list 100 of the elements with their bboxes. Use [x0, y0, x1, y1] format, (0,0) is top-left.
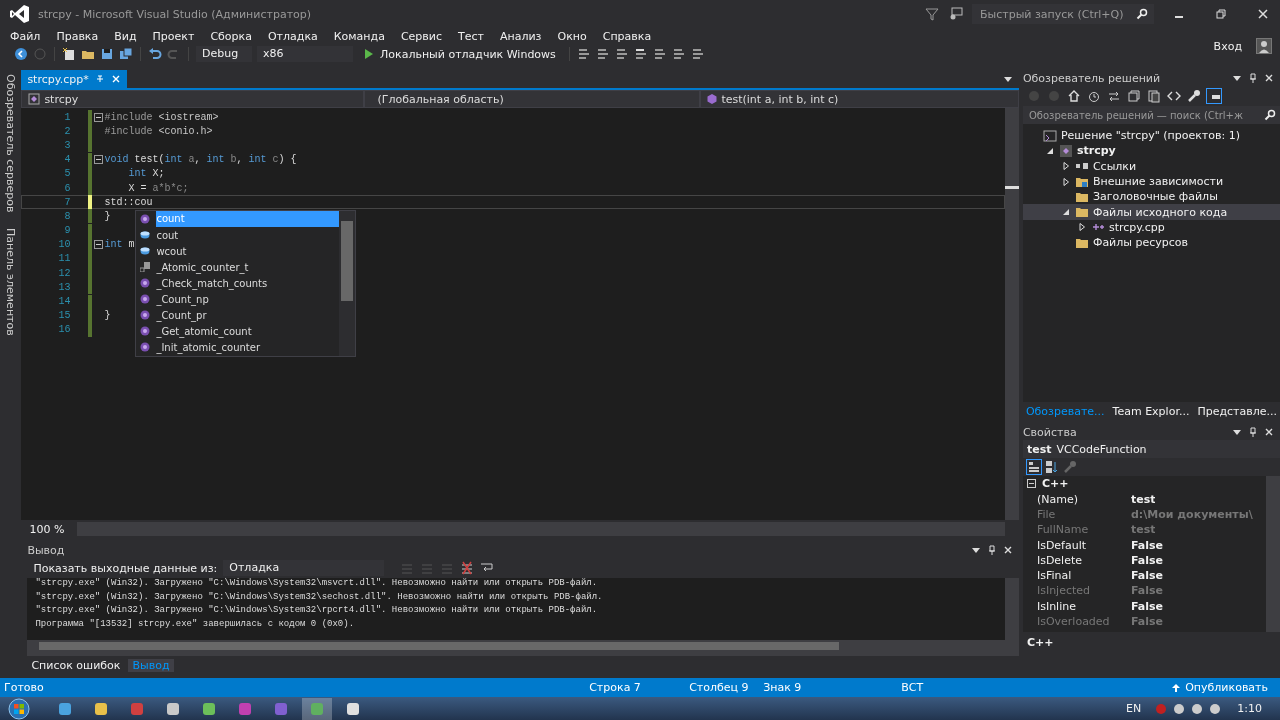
avatar-icon[interactable]: [1256, 38, 1272, 54]
collapsed-arrow-icon[interactable]: [1077, 223, 1086, 232]
copy-icon[interactable]: [1146, 89, 1161, 103]
tray-icon[interactable]: [1209, 702, 1222, 715]
save-all-icon[interactable]: [119, 47, 133, 61]
completion-item[interactable]: _Atomic_counter_t: [136, 259, 340, 275]
categorized-icon[interactable]: [1026, 460, 1041, 474]
completion-item[interactable]: _Count_pr: [136, 307, 340, 323]
sign-in-link[interactable]: Вход: [1213, 39, 1242, 53]
tree-item[interactable]: Файлы исходного кода: [1022, 204, 1280, 220]
collapse-icon[interactable]: [93, 155, 103, 165]
caret-icon[interactable]: [1232, 427, 1242, 437]
property-value[interactable]: False: [1130, 569, 1163, 583]
close-icon[interactable]: [1264, 73, 1274, 83]
side-tab[interactable]: Панель элементов: [4, 224, 18, 341]
output-source-dropdown[interactable]: Отладка: [223, 560, 385, 576]
app-icon[interactable]: [345, 700, 361, 717]
menu-item[interactable]: Вид: [106, 29, 145, 43]
app-icon[interactable]: [93, 700, 109, 717]
menu-item[interactable]: Правка: [48, 29, 107, 43]
tree-item[interactable]: Решение "strcpy" (проектов: 1): [1022, 128, 1280, 144]
completion-item[interactable]: _Init_atomic_counter: [136, 339, 340, 355]
tree-item[interactable]: Файлы ресурсов: [1022, 235, 1280, 251]
back-icon[interactable]: [14, 47, 28, 61]
caret-icon[interactable]: [1232, 73, 1242, 83]
property-value[interactable]: False: [1130, 553, 1163, 567]
close-icon[interactable]: [110, 74, 121, 84]
pin-icon[interactable]: [1248, 73, 1258, 83]
project-dropdown[interactable]: strcpy: [21, 90, 365, 108]
scrollbar[interactable]: [339, 211, 356, 356]
menu-item[interactable]: Сборка: [202, 29, 260, 43]
sort-icon[interactable]: [1044, 460, 1059, 474]
app-icon[interactable]: [57, 700, 73, 717]
scrollbar[interactable]: [1004, 108, 1019, 520]
pin-icon[interactable]: [986, 545, 997, 555]
collapse-icon[interactable]: [1026, 479, 1036, 489]
start-debugging-button[interactable]: Локальный отладчик Windows: [358, 47, 562, 61]
expanded-arrow-icon[interactable]: [1045, 146, 1054, 155]
panel-tab[interactable]: Обозревате...: [1022, 404, 1108, 418]
wrench-icon[interactable]: [1186, 89, 1201, 103]
collapsed-arrow-icon[interactable]: [1061, 177, 1070, 186]
start-button[interactable]: [8, 697, 30, 720]
side-tab[interactable]: Обозреватель серверов: [4, 70, 18, 217]
panel-tab[interactable]: Список ошибок: [27, 658, 125, 672]
sync-icon[interactable]: [1106, 89, 1121, 103]
menu-item[interactable]: Проект: [144, 29, 203, 43]
menu-item[interactable]: Отладка: [259, 29, 326, 43]
new-project-icon[interactable]: [62, 47, 76, 61]
quick-launch-field[interactable]: Быстрый запуск (Ctrl+Q): [972, 4, 1154, 24]
scrollbar[interactable]: [27, 640, 1019, 656]
menu-item[interactable]: Справка: [594, 29, 660, 43]
configuration-dropdown[interactable]: Debug: [196, 46, 252, 62]
save-icon[interactable]: [100, 47, 114, 61]
expanded-arrow-icon[interactable]: [1061, 208, 1070, 217]
app-icon[interactable]: [201, 700, 217, 717]
collapse-icon[interactable]: [93, 112, 103, 122]
panel-tab[interactable]: Представле...: [1194, 404, 1280, 418]
menu-item[interactable]: Сервис: [392, 29, 451, 43]
menu-item[interactable]: Команда: [325, 29, 393, 43]
collapsed-arrow-icon[interactable]: [1061, 162, 1070, 171]
tray-icon[interactable]: [1191, 702, 1204, 715]
search-field[interactable]: Обозреватель решений — поиск (Ctrl+ж: [1022, 106, 1280, 124]
scrollbar[interactable]: [1004, 578, 1019, 640]
tree-item[interactable]: Заголовочные файлы: [1022, 189, 1280, 205]
menu-item[interactable]: Окно: [549, 29, 595, 43]
toolbar-icon[interactable]: [633, 47, 648, 61]
pin-icon[interactable]: [1206, 89, 1221, 103]
caret-icon[interactable]: [970, 545, 981, 555]
caret-icon[interactable]: [1002, 74, 1013, 84]
menu-item[interactable]: Тест: [450, 29, 492, 43]
property-value[interactable]: False: [1130, 538, 1163, 552]
scope-dropdown[interactable]: (Глобальная область): [364, 90, 701, 108]
completion-item[interactable]: wcout: [136, 243, 340, 259]
code-icon[interactable]: [1166, 89, 1181, 103]
platform-dropdown[interactable]: x86: [257, 46, 353, 62]
member-dropdown[interactable]: test(int a, int b, int c): [700, 90, 1019, 108]
language-indicator[interactable]: EN: [1126, 702, 1142, 715]
tray-icon[interactable]: [1173, 702, 1186, 715]
property-value[interactable]: False: [1130, 599, 1163, 613]
tree-item[interactable]: strcpy: [1022, 143, 1280, 159]
property-value[interactable]: test: [1130, 492, 1156, 506]
toolbar-icon[interactable]: [652, 47, 667, 61]
collapse-icon[interactable]: [93, 240, 103, 250]
tree-item[interactable]: Внешние зависимости: [1022, 173, 1280, 190]
completion-item[interactable]: cout: [136, 227, 340, 243]
toolbar-icon[interactable]: [595, 47, 610, 61]
history-icon[interactable]: [1086, 89, 1101, 103]
undo-icon[interactable]: [148, 47, 162, 61]
completion-item[interactable]: _Check_match_counts: [136, 275, 340, 291]
toolbar-icon[interactable]: [614, 47, 629, 61]
collapse-all-icon[interactable]: [1126, 89, 1141, 103]
panel-tab[interactable]: Team Explor...: [1109, 404, 1193, 418]
tree-item[interactable]: Ссылки: [1022, 158, 1280, 174]
close-icon[interactable]: [1264, 427, 1274, 437]
pin-icon[interactable]: [1248, 427, 1258, 437]
home-icon[interactable]: [1066, 89, 1081, 103]
document-tab[interactable]: strcpy.cpp*: [21, 70, 127, 88]
app-icon[interactable]: [165, 700, 181, 717]
toolbar-icon[interactable]: [576, 47, 591, 61]
completion-item[interactable]: _Get_atomic_count: [136, 323, 340, 339]
